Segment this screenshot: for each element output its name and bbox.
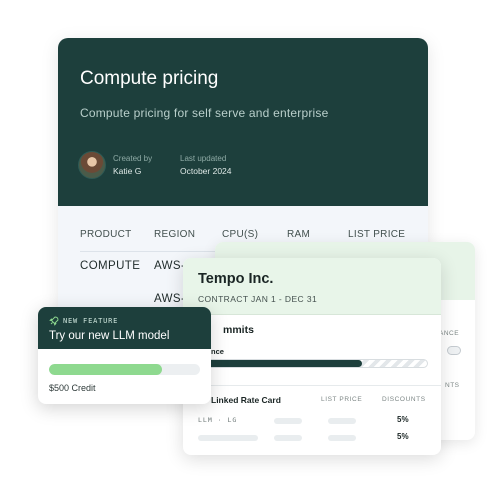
rate-card-title: Linked Rate Card	[211, 395, 281, 405]
placeholder-bar	[274, 435, 302, 441]
placeholder-bar	[328, 418, 356, 424]
column-header-list-price: LIST PRICE	[321, 396, 363, 403]
rate-row-item: LLM · LG	[198, 416, 238, 424]
page-subtitle: Compute pricing for self serve and enter…	[80, 106, 329, 120]
placeholder-bar	[328, 435, 356, 441]
avatar	[78, 151, 106, 179]
tempo-contract-card[interactable]: Tempo Inc. CONTRACT JAN 1 - DEC 31 mmits…	[183, 258, 441, 455]
column-header-product: PRODUCT	[80, 229, 132, 240]
column-header-cpus: CPU(S)	[222, 229, 259, 240]
toggle	[447, 346, 461, 355]
last-updated-label: Last updated	[180, 154, 227, 163]
discounts-label: NTS	[445, 382, 460, 389]
discount-value: 5%	[397, 432, 409, 441]
balance-label: ANCE	[439, 330, 460, 337]
commit-progress-fill	[194, 360, 362, 367]
page-title: Compute pricing	[80, 68, 219, 89]
commit-progress-bar	[193, 359, 428, 368]
column-header-list-price: LIST PRICE	[348, 229, 406, 240]
credit-amount: $500 Credit	[49, 383, 96, 393]
last-updated-value: October 2024	[180, 166, 232, 176]
feature-header: NEW FEATURE Try our new LLM model	[38, 307, 211, 349]
column-header-discounts: DISCOUNTS	[382, 396, 426, 403]
contract-dates: CONTRACT JAN 1 - DEC 31	[198, 294, 318, 304]
rocket-icon	[49, 316, 59, 326]
new-feature-card[interactable]: NEW FEATURE Try our new LLM model $500 C…	[38, 307, 211, 404]
placeholder-bar	[198, 435, 258, 441]
feature-badge: NEW FEATURE	[63, 317, 119, 325]
created-by-label: Created by	[113, 154, 153, 163]
created-by-value: Katie G	[113, 166, 142, 176]
table-cell-product: COMPUTE	[80, 260, 141, 272]
balance-label: nce	[211, 347, 224, 356]
discount-value: 5%	[397, 415, 409, 424]
credit-progress-bar	[49, 364, 200, 375]
customer-name: Tempo Inc.	[198, 271, 274, 287]
divider	[183, 385, 441, 386]
credit-progress-fill	[49, 364, 163, 375]
column-header-region: REGION	[154, 229, 196, 240]
placeholder-bar	[274, 418, 302, 424]
card-header: Compute pricing Compute pricing for self…	[58, 38, 428, 206]
table-cell-region: AWS-	[154, 260, 186, 272]
table-cell-region: AWS-	[154, 293, 186, 305]
commits-title: mmits	[223, 324, 254, 336]
feature-title[interactable]: Try our new LLM model	[49, 330, 169, 342]
column-header-ram: RAM	[287, 229, 311, 240]
